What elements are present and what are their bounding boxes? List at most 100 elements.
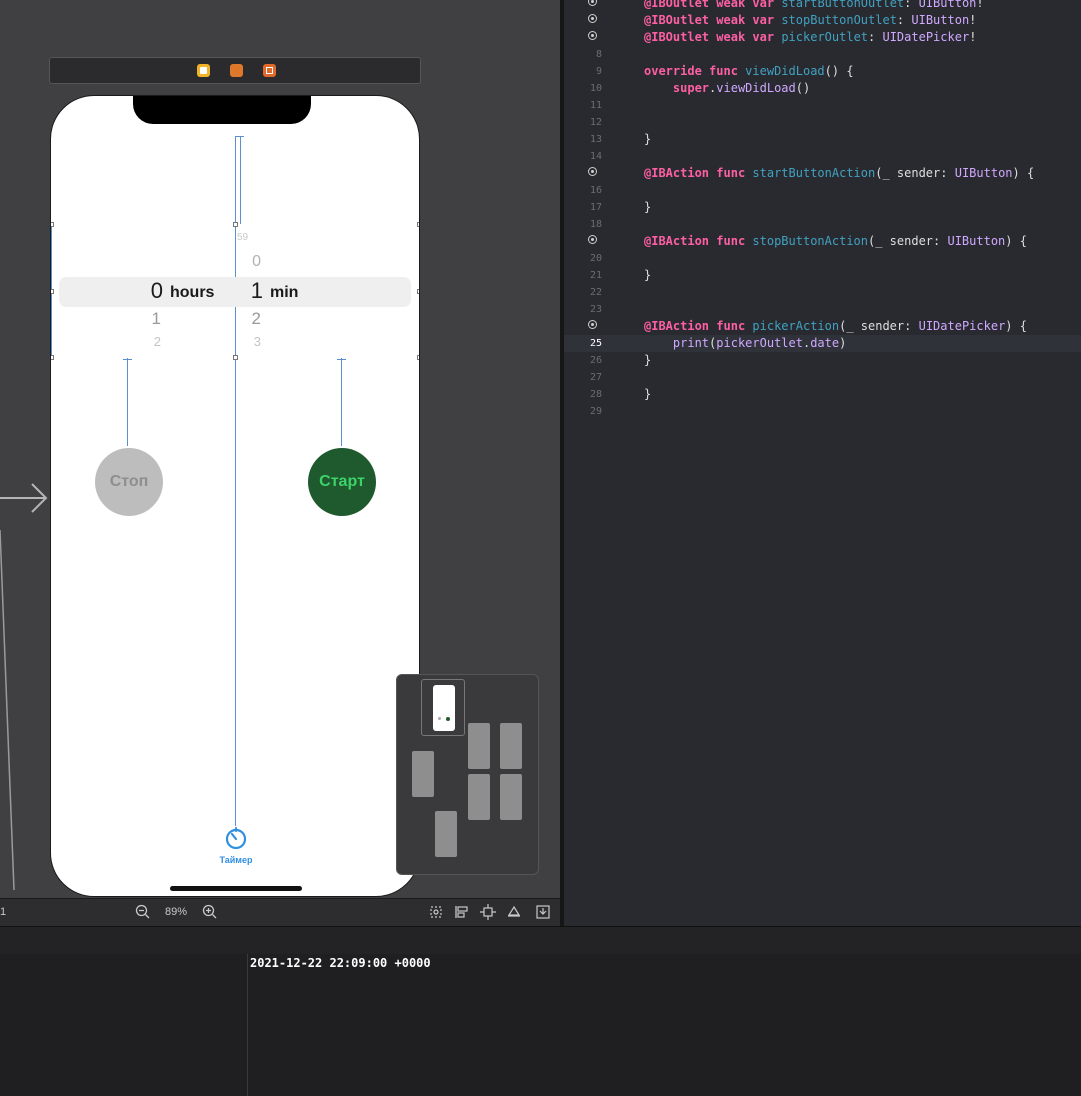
code-line[interactable]: 21} bbox=[564, 267, 1081, 284]
picker-min-below2: 3 bbox=[253, 334, 261, 349]
code-line[interactable]: 11 bbox=[564, 97, 1081, 114]
code-line[interactable]: 8 bbox=[564, 46, 1081, 63]
code-line[interactable]: 26} bbox=[564, 352, 1081, 369]
code-token: UIButton bbox=[947, 234, 1006, 248]
start-button[interactable]: Старт bbox=[308, 448, 376, 516]
code-text: print(pickerOutlet.date) bbox=[644, 335, 846, 352]
add-constraints-icon[interactable] bbox=[480, 904, 496, 920]
tab-timer[interactable] bbox=[221, 826, 251, 855]
connection-indicator-icon[interactable] bbox=[588, 320, 597, 329]
code-text: @IBAction func stopButtonAction(_ sender… bbox=[644, 233, 1027, 250]
canvas-minimap[interactable] bbox=[396, 674, 539, 875]
line-number: 12 bbox=[589, 117, 602, 128]
code-line[interactable]: 10 super.viewDidLoad() bbox=[564, 80, 1081, 97]
code-line[interactable]: 20 bbox=[564, 250, 1081, 267]
code-line[interactable]: @IBOutlet weak var pickerOutlet: UIDateP… bbox=[564, 29, 1081, 46]
zoom-out-icon[interactable] bbox=[135, 904, 151, 920]
code-line[interactable]: @IBAction func stopButtonAction(_ sender… bbox=[564, 233, 1081, 250]
stop-button[interactable]: Стоп bbox=[95, 448, 163, 516]
picker-hours-selected: 0 bbox=[150, 278, 163, 303]
code-token: @IBOutlet bbox=[644, 0, 710, 10]
code-line[interactable]: 28} bbox=[564, 386, 1081, 403]
scene-dock[interactable] bbox=[49, 57, 421, 84]
connection-indicator-icon[interactable] bbox=[588, 0, 597, 6]
code-token: } bbox=[644, 387, 652, 401]
iphone-scene[interactable]: 59 0 0 hours 1 min 1 2 2 3 Стоп Старт Та… bbox=[50, 95, 420, 897]
code-line[interactable]: @IBOutlet weak var startButtonOutlet: UI… bbox=[564, 0, 1081, 12]
connection-indicator-icon[interactable] bbox=[588, 14, 597, 23]
code-text: } bbox=[644, 352, 651, 369]
code-token: stopButtonOutlet bbox=[781, 13, 897, 27]
tab-timer-label: Таймер bbox=[219, 855, 253, 865]
code-line[interactable]: 16 bbox=[564, 182, 1081, 199]
code-token: UIButton bbox=[911, 13, 970, 27]
line-number: 28 bbox=[589, 389, 602, 400]
code-token: (_ sender: bbox=[875, 166, 955, 180]
console-output: 2021-12-22 22:09:00 +0000 bbox=[250, 956, 431, 970]
picker-hours-unit: hours bbox=[170, 284, 215, 301]
constraint-line bbox=[240, 136, 241, 224]
constraint-line bbox=[341, 358, 342, 446]
code-token: weak bbox=[716, 13, 746, 27]
connection-indicator-icon[interactable] bbox=[588, 167, 597, 176]
code-line[interactable]: 22 bbox=[564, 284, 1081, 301]
exit-icon[interactable] bbox=[263, 64, 276, 77]
code-token: @IBAction bbox=[644, 319, 710, 333]
code-line[interactable]: 17} bbox=[564, 199, 1081, 216]
code-token: pickerAction bbox=[752, 319, 840, 333]
code-line[interactable]: @IBAction func startButtonAction(_ sende… bbox=[564, 165, 1081, 182]
code-token: weak bbox=[716, 30, 746, 44]
align-icon[interactable] bbox=[454, 904, 470, 920]
storyboard-canvas[interactable]: 59 0 0 hours 1 min 1 2 2 3 Стоп Старт Та… bbox=[0, 0, 560, 926]
code-line[interactable]: 18 bbox=[564, 216, 1081, 233]
code-line[interactable]: 14 bbox=[564, 148, 1081, 165]
line-number: 10 bbox=[589, 83, 602, 94]
code-line[interactable]: @IBOutlet weak var stopButtonOutlet: UIB… bbox=[564, 12, 1081, 29]
code-token: ! bbox=[976, 0, 984, 10]
code-text: @IBOutlet weak var startButtonOutlet: UI… bbox=[644, 0, 984, 12]
embed-in-icon[interactable] bbox=[535, 904, 551, 920]
view-controller-icon[interactable] bbox=[197, 64, 210, 77]
countdown-picker[interactable]: 59 0 0 hours 1 min 1 2 2 3 bbox=[51, 224, 419, 358]
code-line[interactable]: 9 override func viewDidLoad() { bbox=[564, 63, 1081, 80]
code-token: viewDidLoad bbox=[745, 64, 825, 78]
code-token: @IBAction bbox=[644, 234, 710, 248]
variables-view[interactable] bbox=[0, 954, 248, 1096]
code-token: (_ sender: bbox=[839, 319, 919, 333]
picker-min-above2: 59 bbox=[237, 232, 249, 243]
minimap-scene bbox=[500, 774, 522, 820]
code-token: () bbox=[795, 81, 811, 95]
code-editor[interactable]: @IBOutlet weak var startButtonOutlet: UI… bbox=[564, 0, 1081, 926]
code-token: (_ sender: bbox=[868, 234, 948, 248]
picker-hours-below2: 2 bbox=[153, 334, 161, 349]
code-token: } bbox=[644, 200, 652, 214]
code-line[interactable]: 27 bbox=[564, 369, 1081, 386]
zoom-in-icon[interactable] bbox=[202, 904, 218, 920]
code-text: } bbox=[644, 386, 651, 403]
code-token: } bbox=[644, 132, 652, 146]
timer-icon bbox=[225, 827, 247, 850]
connection-indicator-icon[interactable] bbox=[588, 235, 597, 244]
code-line[interactable]: 12 bbox=[564, 114, 1081, 131]
code-text: @IBOutlet weak var stopButtonOutlet: UIB… bbox=[644, 12, 976, 29]
code-line[interactable]: 25 print(pickerOutlet.date) bbox=[564, 335, 1081, 352]
minimap-scene bbox=[500, 723, 522, 769]
resolve-issues-icon[interactable] bbox=[506, 904, 522, 920]
code-line[interactable]: 23 bbox=[564, 301, 1081, 318]
connection-indicator-icon[interactable] bbox=[588, 31, 597, 40]
code-token: @IBOutlet bbox=[644, 13, 710, 27]
device-notch bbox=[133, 96, 311, 124]
code-token: ! bbox=[969, 30, 977, 44]
code-line[interactable]: @IBAction func pickerAction(_ sender: UI… bbox=[564, 318, 1081, 335]
code-token: ! bbox=[969, 13, 977, 27]
update-frames-icon[interactable] bbox=[428, 904, 444, 920]
code-line[interactable]: 29 bbox=[564, 403, 1081, 420]
line-number: 11 bbox=[589, 100, 602, 111]
first-responder-icon[interactable] bbox=[230, 64, 243, 77]
code-line[interactable]: 13} bbox=[564, 131, 1081, 148]
code-token: var bbox=[752, 0, 775, 10]
console-view[interactable]: 2021-12-22 22:09:00 +0000 bbox=[248, 954, 1081, 1096]
